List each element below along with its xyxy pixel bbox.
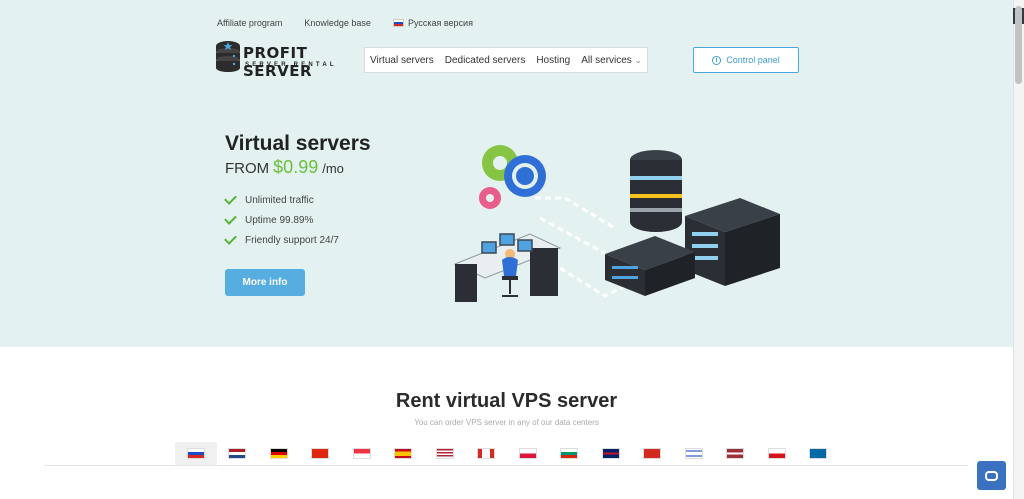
sweden-flag-icon — [809, 448, 828, 459]
price-amount: $0.99 — [273, 157, 319, 177]
nav-hosting[interactable]: Hosting — [536, 55, 570, 66]
feature-label: Friendly support 24/7 — [245, 234, 339, 246]
russia-flag-icon — [392, 19, 404, 27]
netherlands-flag-icon — [228, 448, 247, 459]
check-icon — [224, 231, 237, 245]
servers-illustration — [453, 145, 780, 302]
russian-version-label: Русская версия — [407, 18, 473, 28]
knowledge-base-link[interactable]: Knowledge base — [304, 18, 371, 28]
spain-flag-icon — [394, 448, 413, 459]
flag-tab-bulgaria[interactable] — [549, 442, 591, 465]
server-stack-logo-icon — [216, 41, 240, 72]
flag-tab-sweden[interactable] — [798, 442, 840, 465]
uk-flag-icon — [601, 448, 620, 459]
logo-tagline: SERVER RENTAL — [245, 62, 337, 68]
feature-item: Unlimited traffic — [224, 190, 339, 210]
hero-title: Virtual servers — [225, 132, 371, 155]
tabs-divider — [44, 465, 968, 466]
latvia-flag-icon — [726, 448, 745, 459]
flag-tab-usa[interactable] — [424, 442, 466, 465]
flag-tab-spain[interactable] — [383, 442, 425, 465]
hero-price: FROM $0.99 /mo — [225, 157, 344, 178]
feature-label: Uptime 99.89% — [245, 214, 314, 226]
chat-icon — [985, 470, 998, 481]
czech-flag-icon — [767, 448, 786, 459]
flag-tab-poland[interactable] — [507, 442, 549, 465]
affiliate-program-link[interactable]: Affiliate program — [217, 18, 282, 28]
bulgaria-flag-icon — [560, 448, 579, 459]
russia-flag-icon — [186, 448, 205, 459]
section-title: Rent virtual VPS server — [395, 390, 618, 412]
control-panel-button[interactable]: Control panel — [693, 47, 799, 73]
nav-all-services-label: All services — [581, 54, 632, 66]
price-prefix: FROM — [225, 160, 270, 177]
blade-server-icon — [605, 236, 695, 296]
russian-version-link[interactable]: Русская версия — [392, 18, 473, 28]
control-panel-label: Control panel — [726, 55, 780, 65]
chat-button[interactable] — [977, 461, 1006, 490]
usa-flag-icon — [435, 448, 454, 459]
switzerland-flag-icon — [643, 448, 662, 459]
power-icon — [712, 55, 722, 65]
section-subtitle: You can order VPS server in any of our d… — [414, 418, 599, 427]
flag-tab-latvia[interactable] — [715, 442, 757, 465]
chevron-down-icon: ⌄ — [634, 55, 642, 65]
poland-flag-icon — [518, 448, 537, 459]
flag-tab-switzerland[interactable] — [632, 442, 674, 465]
flag-tab-czech[interactable] — [756, 442, 798, 465]
nav-dedicated-servers[interactable]: Dedicated servers — [445, 55, 526, 66]
flag-tab-germany[interactable] — [258, 442, 300, 465]
flag-tab-uk[interactable] — [590, 442, 632, 465]
database-icon — [630, 150, 682, 232]
main-nav: Virtual servers Dedicated servers Hostin… — [364, 47, 648, 73]
canada-flag-icon — [477, 448, 496, 459]
feature-item: Friendly support 24/7 — [224, 230, 339, 250]
more-info-button[interactable]: More info — [225, 269, 305, 296]
flag-tab-singapore[interactable] — [341, 442, 383, 465]
page-scrollbar[interactable] — [1013, 0, 1024, 499]
feature-label: Unlimited traffic — [245, 194, 314, 206]
workstation-icon — [453, 233, 562, 302]
flag-tab-canada[interactable] — [466, 442, 508, 465]
flag-tab-china[interactable] — [300, 442, 342, 465]
profit-server-logo[interactable]: PROFIT SERVER SERVER RENTAL — [215, 40, 350, 80]
scrollbar-thumb[interactable] — [1015, 6, 1022, 84]
feature-list: Unlimited traffic Uptime 99.89% Friendly… — [224, 190, 339, 250]
nav-virtual-servers[interactable]: Virtual servers — [370, 55, 434, 66]
datacenter-flag-tabs — [175, 442, 839, 465]
top-links: Affiliate program Knowledge base Русская… — [217, 18, 473, 28]
germany-flag-icon — [269, 448, 288, 459]
china-flag-icon — [311, 448, 330, 459]
singapore-flag-icon — [352, 448, 371, 459]
check-icon — [224, 191, 237, 205]
flag-tab-netherlands[interactable] — [217, 442, 259, 465]
nav-all-services[interactable]: All services ⌄ — [581, 55, 641, 66]
flag-tab-israel[interactable] — [673, 442, 715, 465]
check-icon — [224, 211, 237, 225]
price-unit: /mo — [322, 161, 344, 176]
feature-item: Uptime 99.89% — [224, 210, 339, 230]
flag-tab-russia[interactable] — [175, 442, 217, 465]
rack-server-icon — [685, 198, 780, 286]
israel-flag-icon — [684, 448, 703, 459]
